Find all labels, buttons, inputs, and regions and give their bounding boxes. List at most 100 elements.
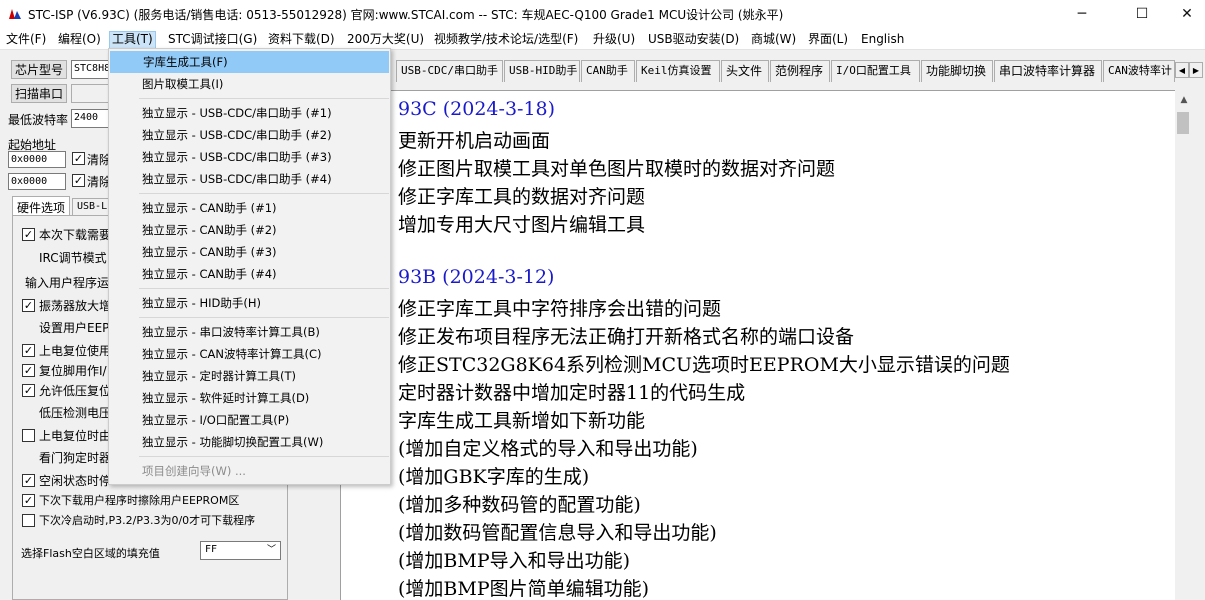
version-heading: 93C (2024-3-18) [398, 98, 556, 120]
menu-separator [139, 456, 389, 457]
note-line: 字库生成工具新增如下新功能 [398, 410, 646, 432]
option-label: 看门狗定时器 [39, 451, 112, 465]
note-line: 修正字库工具中字符排序会出错的问题 [398, 298, 722, 320]
option-checkbox[interactable]: ✓ [22, 299, 35, 312]
menu-tools[interactable]: 工具(T) [109, 31, 156, 49]
title-bar: STC-ISP (V6.93C) (服务电话/销售电话: 0513-550129… [0, 0, 1205, 28]
menu-separator [139, 98, 389, 99]
fill-value-label: 选择Flash空白区域的填充值 [21, 547, 160, 560]
option-checkbox[interactable]: ✓ [22, 344, 35, 357]
menu-standalone-usb-cdc-3[interactable]: 独立显示 - USB-CDC/串口助手 (#3) [109, 146, 390, 168]
menu-program[interactable]: 编程(O) [56, 31, 103, 49]
tab-hardware-options[interactable]: 硬件选项 [12, 196, 70, 216]
option-checkbox[interactable]: ✓ [22, 384, 35, 397]
note-line: (增加自定义格式的导入和导出功能) [398, 438, 698, 460]
note-line: (增加BMP图片简单编辑功能) [398, 578, 650, 600]
maximize-button[interactable]: ☐ [1119, 0, 1165, 28]
note-line: 增加专用大尺寸图片编辑工具 [398, 214, 646, 236]
menu-standalone-can-baud-calc[interactable]: 独立显示 - CAN波特率计算工具(C) [109, 343, 390, 365]
tab-scroll-right-icon[interactable]: ▶ [1189, 62, 1203, 78]
scroll-up-icon[interactable]: ▲ [1175, 92, 1193, 108]
menu-separator [139, 317, 389, 318]
option-checkbox[interactable] [22, 429, 35, 442]
note-line: 修正发布项目程序无法正确打开新格式名称的端口设备 [398, 326, 855, 348]
option-checkbox[interactable]: ✓ [22, 228, 35, 241]
menu-image-modulo-tool[interactable]: 图片取模工具(I) [109, 73, 390, 95]
menu-standalone-hid[interactable]: 独立显示 - HID助手(H) [109, 292, 390, 314]
chevron-down-icon: ﹀ [266, 545, 276, 555]
menu-standalone-can-3[interactable]: 独立显示 - CAN助手 (#3) [109, 241, 390, 263]
chip-type-field[interactable]: STC8H8 [71, 60, 111, 79]
window-title: STC-ISP (V6.93C) (服务电话/销售电话: 0513-550129… [28, 8, 784, 22]
menu-shop[interactable]: 商城(W) [749, 31, 798, 49]
option-checkbox[interactable] [22, 514, 35, 527]
scan-port-button[interactable]: 扫描串口 [11, 84, 67, 103]
menu-stc-debug[interactable]: STC调试接口(G) [166, 31, 259, 49]
tab-usb-cdc-serial[interactable]: USB-CDC/串口助手 [396, 60, 503, 82]
tab-can-baud-calc[interactable]: CAN波特率计 [1103, 60, 1175, 82]
menu-file[interactable]: 文件(F) [4, 31, 48, 49]
tab-keil-sim[interactable]: Keil仿真设置 [636, 60, 720, 82]
chip-type-button[interactable]: 芯片型号 [11, 60, 67, 79]
option-label: 设置用户EEP [39, 321, 110, 335]
note-line: 修正图片取模工具对单色图片取模时的数据对齐问题 [398, 158, 836, 180]
min-baud-label: 最低波特率 [8, 113, 69, 127]
menu-standalone-can-2[interactable]: 独立显示 - CAN助手 (#2) [109, 219, 390, 241]
start-address-field-1[interactable]: 0x0000 [8, 151, 66, 168]
menu-standalone-pin-switch[interactable]: 独立显示 - 功能脚切换配置工具(W) [109, 431, 390, 453]
app-icon [8, 7, 22, 21]
menu-bar: 文件(F) 编程(O) 工具(T) STC调试接口(G) 资料下载(D) 200… [0, 28, 1205, 50]
menu-interface[interactable]: 界面(L) [806, 31, 850, 49]
menu-english[interactable]: English [859, 31, 906, 49]
release-notes-area[interactable]: 93C (2024-3-18) 更新开机启动画面 修正图片取模工具对单色图片取模… [340, 90, 1193, 600]
menu-separator [139, 288, 389, 289]
tab-examples[interactable]: 范例程序 [770, 60, 830, 82]
menu-standalone-timer-calc[interactable]: 独立显示 - 定时器计算工具(T) [109, 365, 390, 387]
close-button[interactable]: ✕ [1164, 0, 1205, 28]
menu-downloads[interactable]: 资料下载(D) [266, 31, 337, 49]
menu-standalone-io-config[interactable]: 独立显示 - I/O口配置工具(P) [109, 409, 390, 431]
vertical-scrollbar[interactable] [1175, 90, 1193, 600]
scrollbar-thumb[interactable] [1177, 112, 1189, 134]
option-checkbox[interactable]: ✓ [22, 494, 35, 507]
port-select[interactable] [71, 84, 111, 103]
menu-usb-driver[interactable]: USB驱动安装(D) [646, 31, 741, 49]
note-line: (增加数码管配置信息导入和导出功能) [398, 522, 717, 544]
menu-standalone-delay-calc[interactable]: 独立显示 - 软件延时计算工具(D) [109, 387, 390, 409]
option-checkbox[interactable]: ✓ [22, 364, 35, 377]
menu-standalone-can-4[interactable]: 独立显示 - CAN助手 (#4) [109, 263, 390, 285]
tab-scroll-left-icon[interactable]: ◀ [1175, 62, 1189, 78]
menu-font-library-tool[interactable]: 字库生成工具(F) [110, 51, 389, 73]
tab-header-file[interactable]: 头文件 [721, 60, 769, 82]
tab-io-config[interactable]: I/O口配置工具 [831, 60, 920, 82]
minimize-button[interactable]: ─ [1059, 0, 1105, 28]
note-line: (增加GBK字库的生成) [398, 466, 590, 488]
menu-upgrade[interactable]: 升级(U) [591, 31, 637, 49]
tab-usb-hid[interactable]: USB-HID助手 [504, 60, 580, 82]
note-line: 修正STC32G8K64系列检测MCU选项时EEPROM大小显示错误的问题 [398, 354, 1010, 376]
min-baud-select[interactable]: 2400 [71, 109, 111, 128]
clear-checkbox-1[interactable]: ✓ [72, 152, 85, 165]
option-label: 低压检测电压 [39, 406, 112, 420]
menu-standalone-usb-cdc-1[interactable]: 独立显示 - USB-CDC/串口助手 (#1) [109, 102, 390, 124]
menu-standalone-usb-cdc-4[interactable]: 独立显示 - USB-CDC/串口助手 (#4) [109, 168, 390, 190]
fill-value-select[interactable]: FF ﹀ [200, 541, 281, 560]
menu-standalone-can-1[interactable]: 独立显示 - CAN助手 (#1) [109, 197, 390, 219]
version-heading: 93B (2024-3-12) [398, 266, 555, 288]
tab-pin-switch[interactable]: 功能脚切换 [921, 60, 993, 82]
note-line: 更新开机启动画面 [398, 130, 551, 152]
tool-tab-strip: USB-CDC/串口助手 USB-HID助手 CAN助手 Keil仿真设置 头文… [396, 60, 1205, 82]
note-line: (增加BMP导入和导出功能) [398, 550, 631, 572]
clear-checkbox-2[interactable]: ✓ [72, 174, 85, 187]
tab-can[interactable]: CAN助手 [581, 60, 635, 82]
start-address-field-2[interactable]: 0x0000 [8, 173, 66, 190]
menu-standalone-usb-cdc-2[interactable]: 独立显示 - USB-CDC/串口助手 (#2) [109, 124, 390, 146]
tab-uart-baud-calc[interactable]: 串口波特率计算器 [994, 60, 1102, 82]
menu-award[interactable]: 200万大奖(U) [345, 31, 426, 49]
menu-standalone-uart-baud-calc[interactable]: 独立显示 - 串口波特率计算工具(B) [109, 321, 390, 343]
option-label: IRC调节模式 [39, 251, 107, 265]
menu-video-forum[interactable]: 视频教学/技术论坛/选型(F) [432, 31, 580, 49]
note-line: (增加多种数码管的配置功能) [398, 494, 641, 516]
option-checkbox[interactable]: ✓ [22, 474, 35, 487]
note-line: 修正字库工具的数据对齐问题 [398, 186, 646, 208]
